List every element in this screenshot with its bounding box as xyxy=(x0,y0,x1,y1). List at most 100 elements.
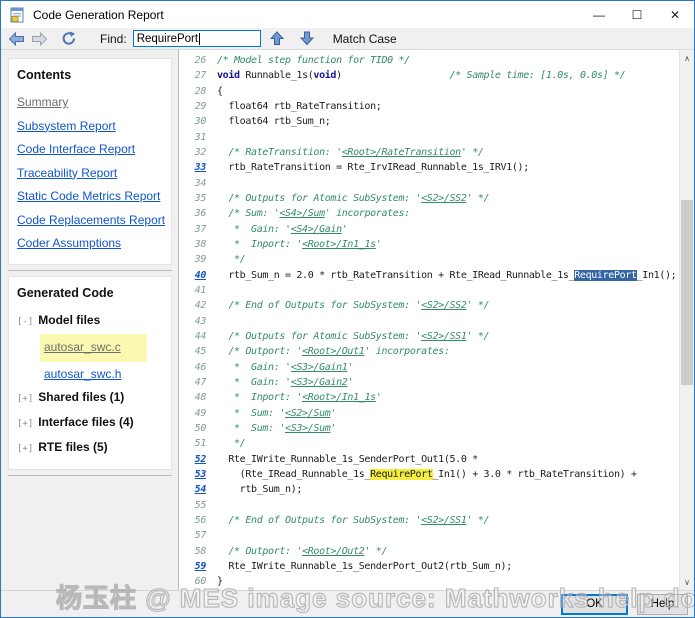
code-line-26: 26/* Model step function for TID0 */ xyxy=(179,53,679,68)
code-line-30: 30 float64 rtb_Sum_n; xyxy=(179,114,679,129)
maximize-button[interactable]: ☐ xyxy=(618,1,656,28)
code-text: */ xyxy=(217,436,679,451)
tree-group-label: RTE files (5) xyxy=(38,436,107,459)
minimize-button[interactable]: — xyxy=(580,1,618,28)
expand-icon[interactable]: [+] xyxy=(17,388,33,411)
trace-link[interactable]: <S3>/Gain2 xyxy=(291,377,348,388)
find-next-icon[interactable] xyxy=(298,31,317,47)
trace-link[interactable]: <S3>/Gain1 xyxy=(291,362,348,373)
code-text: /* End of Outputs for SubSystem: '<S2>/S… xyxy=(217,513,679,528)
line-number-link[interactable]: 54 xyxy=(179,482,206,497)
line-number: 58 xyxy=(179,544,206,559)
code-text xyxy=(217,498,679,513)
file-link-autosar-swc-c[interactable]: autosar_swc.c xyxy=(40,334,147,362)
sidebar-link-subsystem-report[interactable]: Subsystem Report xyxy=(17,115,165,139)
expand-icon[interactable]: [+] xyxy=(17,438,33,461)
trace-link[interactable]: <Root>/Out2 xyxy=(302,546,364,557)
code-text: /* Outputs for Atomic SubSystem: '<S2>/S… xyxy=(217,329,679,344)
code-line-39: 39 */ xyxy=(179,252,679,267)
find-input[interactable]: RequirePort xyxy=(133,30,261,47)
trace-link[interactable]: <Root>/RateTransition xyxy=(342,147,461,158)
trace-link[interactable]: <Root>/In1_1s xyxy=(302,239,376,250)
line-number: 57 xyxy=(179,528,206,543)
line-number-link[interactable]: 53 xyxy=(179,467,206,482)
forward-icon[interactable] xyxy=(30,31,49,47)
code-line-54: 54 rtb_Sum_n); xyxy=(179,482,679,497)
line-number: 42 xyxy=(179,298,206,313)
scroll-down-icon[interactable]: ∨ xyxy=(680,574,694,590)
code-segment: float64 rtb_Sum_n; xyxy=(217,116,330,127)
code-segment: * Gain: ' xyxy=(217,377,291,388)
trace-link[interactable]: <S2>/SS2 xyxy=(421,193,466,204)
line-number: 36 xyxy=(179,206,206,221)
window-controls: — ☐ ✕ xyxy=(580,1,694,28)
trace-link[interactable]: <S2>/Sum xyxy=(285,408,330,419)
help-button[interactable]: Help xyxy=(637,594,688,615)
sidebar-link-coder-assumptions[interactable]: Coder Assumptions xyxy=(17,232,165,256)
scrollbar-thumb[interactable] xyxy=(681,200,693,385)
sidebar-link-code-interface-report[interactable]: Code Interface Report xyxy=(17,138,165,162)
ok-button[interactable]: OK xyxy=(561,594,628,615)
collapse-icon[interactable]: [-] xyxy=(17,311,33,334)
line-number: 39 xyxy=(179,252,206,267)
trace-link[interactable]: <S4>/Gain xyxy=(291,224,342,235)
match-case-option[interactable]: Match Case xyxy=(333,32,397,46)
expand-icon[interactable]: [+] xyxy=(17,413,33,436)
code-line-38: 38 * Inport: '<Root>/In1_1s' xyxy=(179,237,679,252)
code-line-59: 59 Rte_IWrite_Runnable_1s_SenderPort_Out… xyxy=(179,559,679,574)
scroll-up-icon[interactable]: ∧ xyxy=(680,50,694,66)
code-line-40: 40 rtb_Sum_n = 2.0 * rtb_RateTransition … xyxy=(179,268,679,283)
code-line-47: 47 * Gain: '<S3>/Gain2' xyxy=(179,375,679,390)
code-text: * Inport: '<Root>/In1_1s' xyxy=(217,237,679,252)
find-previous-icon[interactable] xyxy=(268,31,287,47)
file-link-autosar-swc-h[interactable]: autosar_swc.h xyxy=(44,367,121,381)
trace-link[interactable]: <S2>/SS2 xyxy=(421,300,466,311)
code-text: * Gain: '<S3>/Gain1' xyxy=(217,360,679,375)
tree-group-shared-files-1-: [+]Shared files (1) xyxy=(17,386,165,411)
trace-link[interactable]: <S2>/SS1 xyxy=(421,515,466,526)
back-icon[interactable] xyxy=(7,31,26,47)
line-number-link[interactable]: 33 xyxy=(179,160,206,175)
code-line-55: 55 xyxy=(179,498,679,513)
line-number: 30 xyxy=(179,114,206,129)
find-match-selected[interactable]: RequirePort xyxy=(574,270,636,281)
code-line-51: 51 */ xyxy=(179,436,679,451)
generated-code-panel: Generated Code [-]Model filesautosar_swc… xyxy=(8,276,172,470)
vertical-scrollbar[interactable]: ∧ ∨ xyxy=(679,50,694,590)
code-segment: ' xyxy=(330,408,336,419)
code-line-33: 33 rtb_RateTransition = Rte_IrvIRead_Run… xyxy=(179,160,679,175)
code-line-58: 58 /* Outport: '<Root>/Out2' */ xyxy=(179,544,679,559)
find-match-highlight[interactable]: RequirePort xyxy=(370,469,432,480)
line-number: 41 xyxy=(179,283,206,298)
sidebar-link-summary[interactable]: Summary xyxy=(17,91,165,115)
code-line-36: 36 /* Sum: '<S4>/Sum' incorporates: xyxy=(179,206,679,221)
code-segment: } xyxy=(217,576,223,587)
sidebar-link-code-replacements-report[interactable]: Code Replacements Report xyxy=(17,209,165,233)
title-bar: Code Generation Report — ☐ ✕ xyxy=(1,1,694,28)
trace-link[interactable]: <Root>/Out1 xyxy=(302,346,364,357)
line-number-link[interactable]: 40 xyxy=(179,268,206,283)
code-pane[interactable]: 26/* Model step function for TID0 */27vo… xyxy=(178,50,694,590)
trace-link[interactable]: <S2>/SS1 xyxy=(421,331,466,342)
sidebar-link-static-code-metrics-report[interactable]: Static Code Metrics Report xyxy=(17,185,165,209)
sidebar-divider xyxy=(8,270,172,271)
code-line-49: 49 * Sum: '<S2>/Sum' xyxy=(179,406,679,421)
code-segment: /* RateTransition: ' xyxy=(217,147,342,158)
code-segment: void xyxy=(313,70,336,81)
line-number-link[interactable]: 52 xyxy=(179,452,206,467)
trace-link[interactable]: <S4>/Sum xyxy=(279,208,324,219)
code-line-48: 48 * Inport: '<Root>/In1_1s' xyxy=(179,390,679,405)
contents-panel: Contents SummarySubsystem ReportCode Int… xyxy=(8,58,172,265)
sidebar-link-traceability-report[interactable]: Traceability Report xyxy=(17,162,165,186)
trace-link[interactable]: <S3>/Sum xyxy=(285,423,330,434)
code-segment: /* Model step function for TID0 */ xyxy=(217,55,410,66)
code-generation-report-window: Code Generation Report — ☐ ✕ Find: Requi… xyxy=(0,0,695,618)
line-number-link[interactable]: 59 xyxy=(179,559,206,574)
code-segment: _In1() + 3.0 * rtb_RateTransition) + xyxy=(433,469,637,480)
refresh-icon[interactable] xyxy=(59,31,78,47)
code-line-45: 45 /* Outport: '<Root>/Out1' incorporate… xyxy=(179,344,679,359)
line-number: 45 xyxy=(179,344,206,359)
close-button[interactable]: ✕ xyxy=(656,1,694,28)
code-segment: rtb_Sum_n); xyxy=(217,484,302,495)
trace-link[interactable]: <Root>/In1_1s xyxy=(302,392,376,403)
